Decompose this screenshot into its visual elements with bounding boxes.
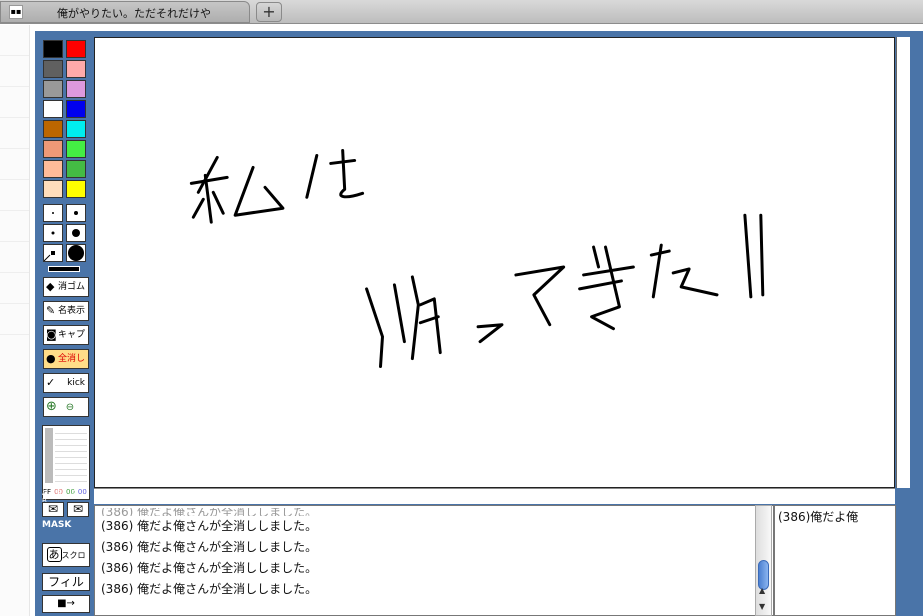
name-display-button[interactable]: ✎ 名表示 bbox=[43, 301, 89, 321]
chat-line: (386) 俺だよ俺さんが全消ししました。 bbox=[101, 540, 318, 554]
user-entry[interactable]: (386)俺だよ俺 bbox=[778, 508, 858, 525]
zoom-controls[interactable]: ⊕ ⊖ bbox=[43, 397, 89, 417]
capture-button[interactable]: ◙ キャプ bbox=[43, 325, 89, 345]
chat-scrollbar[interactable]: ▲ ▼ bbox=[755, 505, 772, 616]
mask-envelope-icon[interactable]: ✉ bbox=[42, 502, 64, 517]
brush-size-2[interactable] bbox=[66, 204, 86, 222]
favicon-icon: ▪▪ bbox=[9, 5, 23, 19]
tab-title: 俺がやりたい。ただそれだけや bbox=[57, 7, 211, 20]
color-swatch[interactable] bbox=[66, 60, 86, 78]
kick-button[interactable]: ✓ kick bbox=[43, 373, 89, 393]
color-swatch[interactable] bbox=[43, 80, 63, 98]
color-swatch[interactable] bbox=[66, 100, 86, 118]
mask-envelope-icon[interactable]: ✉ bbox=[67, 502, 89, 517]
line-width-bar[interactable] bbox=[48, 266, 80, 272]
scroll-button[interactable]: あスクロール bbox=[42, 543, 90, 582]
canvas-drawing bbox=[189, 149, 765, 369]
page-left-gutter bbox=[0, 25, 30, 616]
chat-line: (386) 俺だよ俺さんが全消ししました。 bbox=[101, 582, 318, 596]
camera-icon: ◙ bbox=[46, 328, 57, 341]
chat-log[interactable]: (386) 俺だよ俺さんが全消ししました。 (386) 俺だよ俺さんが全消ししま… bbox=[94, 505, 774, 616]
brush-size-6[interactable] bbox=[66, 244, 86, 262]
pencil-icon: ✎ bbox=[46, 304, 56, 317]
canvas-right-strip bbox=[896, 37, 910, 488]
brush-size-4[interactable] bbox=[66, 224, 86, 242]
scroll-down-arrow-icon[interactable]: ▼ bbox=[759, 602, 765, 611]
zoom-out-icon[interactable]: ⊖ bbox=[66, 402, 74, 413]
fill-button[interactable]: フィル bbox=[42, 573, 90, 591]
mask-label: MASK bbox=[42, 520, 72, 530]
drawing-canvas[interactable] bbox=[94, 37, 895, 488]
color-swatch[interactable] bbox=[43, 100, 63, 118]
color-swatch[interactable] bbox=[66, 40, 86, 58]
color-swatch[interactable] bbox=[43, 40, 63, 58]
color-swatch[interactable] bbox=[43, 160, 63, 178]
color-swatch[interactable] bbox=[66, 140, 86, 158]
scroll-up-arrow-icon[interactable]: ▲ bbox=[759, 586, 765, 595]
color-swatch[interactable] bbox=[43, 180, 63, 198]
eraser-icon: ◆ bbox=[46, 280, 55, 293]
color-swatch[interactable] bbox=[43, 140, 63, 158]
color-swatch[interactable] bbox=[43, 60, 63, 78]
brush-size-1[interactable] bbox=[43, 204, 63, 222]
bomb-icon: ● bbox=[46, 352, 56, 365]
brush-size-5[interactable] bbox=[43, 244, 63, 262]
canvas-bottom-strip bbox=[94, 488, 895, 504]
clear-all-button[interactable]: ● 全消し bbox=[43, 349, 89, 369]
drawing-toolbar: ◆ 消ゴム ✎ 名表示 ◙ キャプ ● 全消し ✓ kick ⊕ ⊖ FF 00 00 00 A… bbox=[40, 37, 92, 616]
chat-line-partial: (386) 俺だよ俺さんが全消ししました。 bbox=[101, 508, 318, 516]
color-swatch[interactable] bbox=[66, 160, 86, 178]
user-list[interactable]: (386)俺だよ俺 bbox=[774, 505, 896, 616]
chat-line: (386) 俺だよ俺さんが全消ししました。 bbox=[101, 561, 318, 575]
color-swatch[interactable] bbox=[43, 120, 63, 138]
level-bar bbox=[45, 428, 53, 483]
eraser-button[interactable]: ◆ 消ゴム bbox=[43, 277, 89, 297]
color-swatch[interactable] bbox=[66, 120, 86, 138]
color-swatch[interactable] bbox=[66, 180, 86, 198]
chat-line: (386) 俺だよ俺さんが全消ししました。 bbox=[101, 519, 318, 533]
scroll-a-icon: あ bbox=[46, 547, 62, 562]
kick-icon: ✓ bbox=[46, 376, 56, 389]
zoom-in-icon[interactable]: ⊕ bbox=[46, 399, 57, 414]
browser-tab[interactable]: ▪▪ 俺がやりたい。ただそれだけや bbox=[0, 1, 250, 23]
brush-size-3[interactable] bbox=[43, 224, 63, 242]
color-swatch[interactable] bbox=[66, 80, 86, 98]
browser-tab-bar: ▪▪ 俺がやりたい。ただそれだけや + bbox=[0, 0, 923, 24]
arrow-button[interactable]: ■→ bbox=[42, 595, 90, 613]
new-tab-button[interactable]: + bbox=[256, 2, 282, 22]
